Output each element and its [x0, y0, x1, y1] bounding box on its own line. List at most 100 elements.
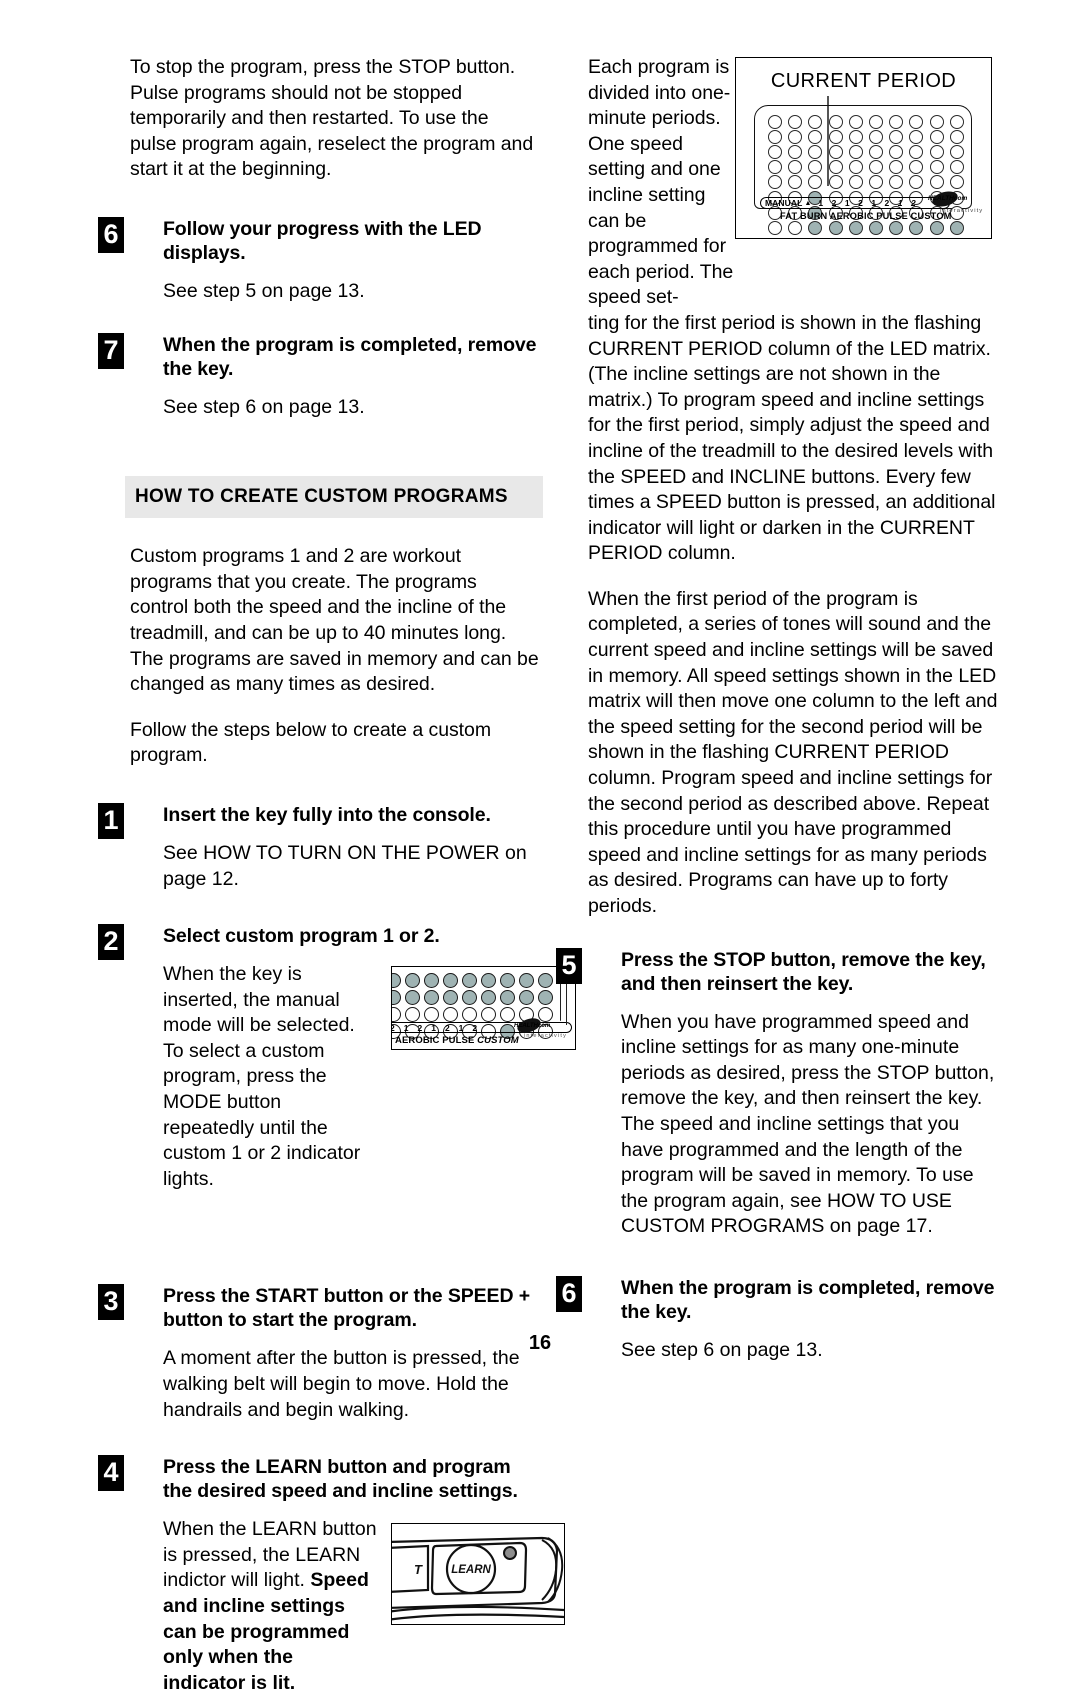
step-number-badge: 1 — [98, 802, 124, 839]
led-indicator — [909, 129, 924, 144]
manual-label: MANUAL — [765, 198, 803, 208]
led-indicator — [481, 1007, 496, 1023]
led-indicator — [949, 114, 964, 129]
led-indicator — [538, 1007, 553, 1023]
step-7-top: 7 When the program is completed, remove … — [98, 332, 540, 421]
step-body: See HOW TO TURN ON THE POWER on page 12. — [163, 841, 527, 890]
step-title: Insert the key fully into the console. — [163, 803, 491, 826]
led-indicator — [869, 220, 884, 235]
led-indicator — [481, 990, 496, 1006]
custom-programs-paragraph: Custom programs 1 and 2 are workout prog… — [130, 545, 539, 696]
learn-button-figure: LEARN T — [391, 1523, 565, 1626]
led-indicator — [949, 144, 964, 159]
step-6-top: 6 Follow your progress with the LED disp… — [98, 216, 540, 305]
led-row — [765, 144, 967, 159]
led-column-number: 2 — [884, 198, 890, 208]
step-body: A moment after the button is pressed, th… — [163, 1347, 520, 1421]
led-column-number: 1 — [897, 198, 903, 208]
step-title: Select custom program 1 or 2. — [163, 925, 440, 948]
led-indicator — [889, 129, 904, 144]
brand-logo-text: HEALTHcom — [514, 1023, 551, 1030]
mode-labels-italic: CUSTOM — [477, 1035, 519, 1047]
step-title: When the program is completed, remove th… — [163, 333, 537, 380]
led-indicator — [949, 160, 964, 175]
step-title: Press the STOP button, remove the key, a… — [621, 948, 986, 995]
led-indicator — [929, 175, 944, 190]
led-indicator — [788, 160, 803, 175]
intro-paragraph: To stop the program, press the STOP butt… — [130, 56, 534, 181]
led-indicator — [443, 1007, 458, 1023]
led-indicator — [869, 129, 884, 144]
step-body: See step 6 on page 13. — [163, 395, 365, 418]
led-indicator — [828, 220, 843, 235]
right-intro-narrow: Each program is divided into one-minute … — [588, 56, 734, 309]
led-row — [392, 972, 555, 989]
led-indicator — [909, 220, 924, 235]
right-column: Each program is divided into one-minute … — [556, 55, 998, 1372]
led-indicator — [405, 990, 420, 1006]
led-column-number: 1 — [818, 198, 824, 208]
led-column-number: 1 — [431, 1022, 436, 1033]
step-number-badge: 3 — [98, 1284, 124, 1321]
step-number-badge: 4 — [98, 1455, 124, 1492]
led-column-number: 2 — [858, 198, 863, 208]
led-indicator — [788, 114, 803, 129]
led-indicator — [405, 1007, 420, 1023]
led-column-number-bar: MANUAL ▲ 12121212 — [760, 197, 950, 209]
led-indicator — [869, 160, 884, 175]
step-2: 2 Select custom program 1 or 2. When the… — [98, 924, 576, 1192]
console-led-matrix-figure: 2121212 AEROBIC PULSE CUSTOM HEALTHcom i… — [391, 966, 576, 1051]
led-indicator — [443, 973, 458, 989]
led-indicator — [848, 114, 863, 129]
step-number-badge: 6 — [98, 216, 124, 253]
led-column-number: 2 — [472, 1022, 478, 1033]
led-indicator — [788, 144, 803, 159]
step-title: When the program is completed, remove th… — [621, 1276, 995, 1323]
led-indicator — [768, 129, 783, 144]
led-indicator — [828, 144, 843, 159]
section-heading-text: HOW TO CREATE CUSTOM PROGRAMS — [135, 486, 508, 508]
led-indicator — [481, 973, 496, 989]
step-body: When the key is inserted, the manual mod… — [163, 963, 361, 1190]
left-column: To stop the program, press the STOP butt… — [98, 55, 576, 1704]
led-indicator — [808, 144, 823, 159]
step-4: 4 Press the LEARN button and program the… — [98, 1455, 565, 1696]
led-indicator — [929, 114, 944, 129]
led-column-number: 2 — [831, 198, 837, 208]
mode-labels: FAT BURN AEROBIC PULSE CUSTOM — [780, 211, 952, 221]
led-column-number: 2 — [911, 198, 916, 208]
led-indicator — [788, 220, 803, 235]
led-indicator — [869, 144, 884, 159]
led-indicator — [828, 160, 843, 175]
led-indicator — [443, 990, 458, 1006]
led-indicator — [768, 160, 783, 175]
step-body: When the LEARN button is pressed, the LE… — [163, 1517, 377, 1696]
led-column-number: 1 — [844, 198, 850, 208]
led-indicator — [909, 144, 924, 159]
led-indicator — [889, 160, 904, 175]
led-column-numbers: 12121212 — [811, 198, 915, 208]
led-indicator — [949, 175, 964, 190]
mode-labels-plain: AEROBIC PULSE — [395, 1035, 478, 1047]
follow-steps-paragraph: Follow the steps below to create a custo… — [130, 718, 492, 767]
led-row — [765, 175, 967, 190]
step-title: Press the START button or the SPEED + bu… — [163, 1285, 531, 1332]
led-indicator — [828, 175, 843, 190]
right-paragraph-2: When the first period of the program is … — [588, 587, 998, 917]
brand-logo-text: HEALTHcom — [928, 195, 968, 202]
step-body: See step 5 on page 13. — [163, 279, 365, 302]
led-indicator — [848, 220, 863, 235]
led-row — [392, 989, 555, 1006]
step-number-badge: 7 — [98, 332, 124, 369]
led-indicator — [768, 144, 783, 159]
led-row — [765, 220, 967, 235]
led-indicator — [909, 160, 924, 175]
led-indicator — [462, 990, 477, 1006]
led-indicator — [808, 129, 823, 144]
step-5-right: 5 Press the STOP button, remove the key,… — [556, 947, 998, 1240]
led-indicator — [808, 175, 823, 190]
led-indicator — [909, 175, 924, 190]
led-indicator — [392, 973, 401, 989]
step-number-badge: 5 — [556, 947, 582, 984]
led-indicator — [949, 129, 964, 144]
